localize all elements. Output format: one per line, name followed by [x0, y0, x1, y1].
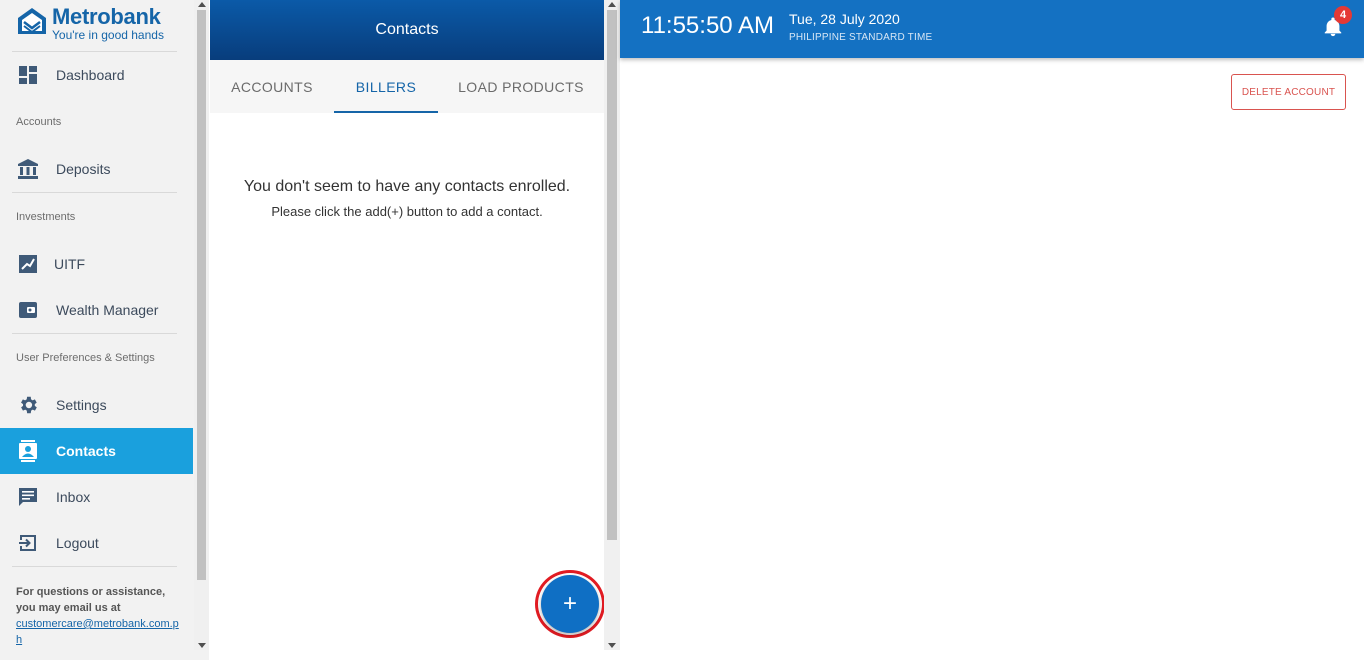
- sidebar-item-label: Logout: [56, 535, 99, 551]
- dashboard-icon: [17, 64, 39, 86]
- sidebar-item-label: Deposits: [56, 161, 111, 177]
- scroll-up-arrow-icon[interactable]: [198, 2, 206, 7]
- divider: [12, 333, 177, 334]
- wallet-icon: [17, 299, 39, 321]
- gear-icon: [17, 394, 39, 416]
- sidebar: Metrobank You're in good hands Dashboard…: [0, 0, 209, 660]
- brand-tagline: You're in good hands: [52, 28, 164, 42]
- sidebar-item-label: Wealth Manager: [56, 302, 159, 318]
- tab-load-products[interactable]: LOAD PRODUCTS: [438, 60, 604, 113]
- contacts-tabs: ACCOUNTS BILLERS LOAD PRODUCTS: [210, 60, 604, 113]
- sidebar-item-label: UITF: [54, 256, 86, 272]
- contact-card-icon: [17, 440, 39, 462]
- plus-icon: +: [562, 590, 577, 617]
- sidebar-item-label: Inbox: [56, 489, 91, 505]
- delete-account-button[interactable]: DELETE ACCOUNT: [1231, 74, 1346, 110]
- chart-growth-icon: [17, 253, 39, 275]
- bank-icon: [17, 158, 39, 180]
- scroll-down-arrow-icon[interactable]: [608, 643, 616, 648]
- add-contact-button[interactable]: +: [541, 575, 599, 633]
- current-date: Tue, 28 July 2020: [789, 11, 900, 27]
- section-label-accounts: Accounts: [16, 116, 62, 128]
- metrobank-logo-icon: [18, 8, 46, 34]
- timezone-label: PHILIPPINE STANDARD TIME: [789, 32, 933, 43]
- contacts-title: Contacts: [375, 21, 439, 38]
- scrollbar-thumb[interactable]: [607, 10, 617, 540]
- logout-icon: [17, 532, 39, 554]
- support-text-line1: For questions or assistance,: [16, 586, 166, 598]
- top-bar: 11:55:50 AM Tue, 28 July 2020 PHILIPPINE…: [620, 0, 1364, 58]
- notification-count-badge[interactable]: 4: [1334, 6, 1352, 24]
- empty-state-subtitle: Please click the add(+) button to add a …: [271, 204, 543, 219]
- tab-billers[interactable]: BILLERS: [334, 60, 438, 113]
- scroll-down-arrow-icon[interactable]: [198, 643, 206, 648]
- sidebar-item-contacts[interactable]: Contacts: [0, 428, 193, 474]
- tab-accounts[interactable]: ACCOUNTS: [210, 60, 334, 113]
- sidebar-item-deposits[interactable]: Deposits: [0, 146, 193, 192]
- empty-state-title: You don't seem to have any contacts enro…: [243, 178, 571, 195]
- sidebar-item-uitf[interactable]: UITF: [0, 241, 193, 287]
- contacts-header: Contacts: [210, 0, 604, 60]
- sidebar-item-settings[interactable]: Settings: [0, 382, 193, 428]
- sidebar-item-dashboard[interactable]: Dashboard: [0, 52, 193, 98]
- scrollbar-thumb[interactable]: [197, 10, 206, 580]
- metrobank-logo[interactable]: Metrobank You're in good hands: [16, 6, 164, 46]
- brand-name: Metrobank: [52, 4, 161, 29]
- sidebar-item-logout[interactable]: Logout: [0, 520, 193, 566]
- scroll-up-arrow-icon[interactable]: [608, 2, 616, 7]
- support-text-line2: you may email us at: [16, 602, 121, 614]
- divider: [12, 192, 177, 193]
- support-info: For questions or assistance, you may ema…: [16, 584, 181, 648]
- sidebar-item-wealth-manager[interactable]: Wealth Manager: [0, 287, 193, 333]
- sidebar-panel: Metrobank You're in good hands Dashboard…: [0, 0, 194, 660]
- support-email-link[interactable]: customercare@metrobank.com.ph: [16, 618, 179, 646]
- message-icon: [17, 486, 39, 508]
- contacts-panel: Contacts ACCOUNTS BILLERS LOAD PRODUCTS …: [210, 0, 620, 650]
- section-label-investments: Investments: [16, 211, 76, 223]
- sidebar-scrollbar[interactable]: [194, 0, 209, 650]
- contacts-scrollbar[interactable]: [604, 0, 620, 650]
- sidebar-item-label: Contacts: [56, 443, 116, 459]
- sidebar-item-label: Dashboard: [56, 67, 125, 83]
- section-label-preferences: User Preferences & Settings: [16, 352, 155, 364]
- sidebar-item-inbox[interactable]: Inbox: [0, 474, 193, 520]
- divider: [12, 566, 177, 567]
- current-time: 11:55:50 AM: [641, 12, 774, 39]
- sidebar-item-label: Settings: [56, 397, 107, 413]
